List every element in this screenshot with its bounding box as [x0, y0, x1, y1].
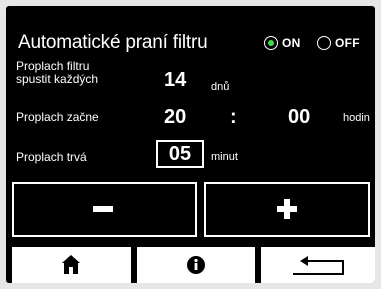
device-screen: Automatické praní filtru ON OFF Proplach… [6, 6, 375, 283]
duration-label: Proplach trvá [16, 150, 87, 164]
plus-icon [277, 199, 297, 219]
start-unit: hodin [343, 112, 370, 124]
off-radio[interactable] [317, 36, 331, 50]
duration-value-box[interactable]: 05 [156, 140, 204, 168]
minus-icon [93, 206, 113, 212]
home-button[interactable] [12, 247, 131, 283]
on-radio-selected-dot [267, 39, 274, 46]
info-button[interactable] [137, 247, 255, 283]
decrement-button[interactable] [12, 182, 197, 237]
duration-value: 05 [168, 143, 192, 165]
start-label: Proplach začne [16, 110, 99, 124]
start-hours-value[interactable]: 20 [164, 106, 186, 129]
on-radio-label[interactable]: ON [282, 36, 301, 50]
time-separator: : [230, 106, 237, 128]
off-radio-label[interactable]: OFF [335, 36, 360, 50]
interval-label-line2: spustit každých [16, 72, 99, 86]
page-title: Automatické praní filtru [18, 32, 208, 53]
interval-value[interactable]: 14 [164, 69, 186, 92]
increment-button[interactable] [204, 182, 370, 237]
duration-unit: minut [211, 151, 238, 163]
info-icon [187, 256, 205, 274]
home-icon [62, 255, 80, 274]
interval-unit: dnů [211, 81, 230, 93]
back-arrow-icon [293, 256, 344, 275]
on-radio[interactable] [264, 36, 278, 50]
back-button[interactable] [261, 247, 375, 283]
start-minutes-value[interactable]: 00 [288, 106, 310, 129]
